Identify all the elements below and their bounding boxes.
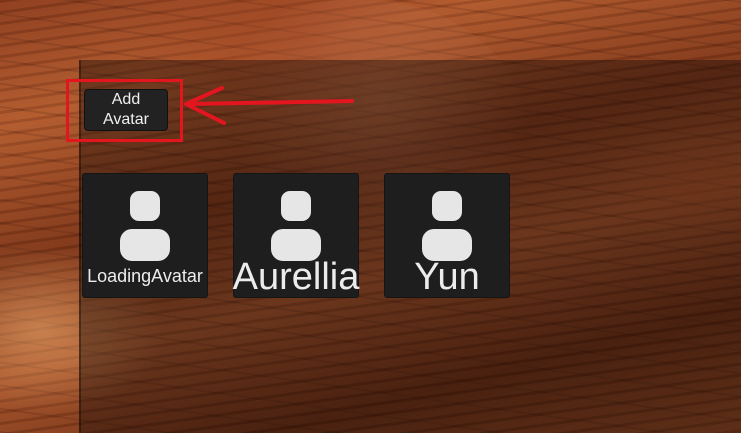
user-icon bbox=[120, 191, 170, 261]
avatar-card-loadingavatar[interactable]: LoadingAvatar bbox=[82, 173, 208, 298]
avatar-name: Yun bbox=[414, 256, 480, 298]
avatar-name: LoadingAvatar bbox=[87, 266, 203, 286]
avatar-name: Aurellia bbox=[232, 256, 360, 298]
avatar-card-aurellia[interactable]: Aurellia bbox=[233, 173, 359, 298]
user-icon bbox=[422, 191, 472, 261]
user-icon bbox=[271, 191, 321, 261]
avatar-card-yun[interactable]: Yun bbox=[384, 173, 510, 298]
add-avatar-button[interactable]: Add Avatar bbox=[84, 89, 168, 131]
